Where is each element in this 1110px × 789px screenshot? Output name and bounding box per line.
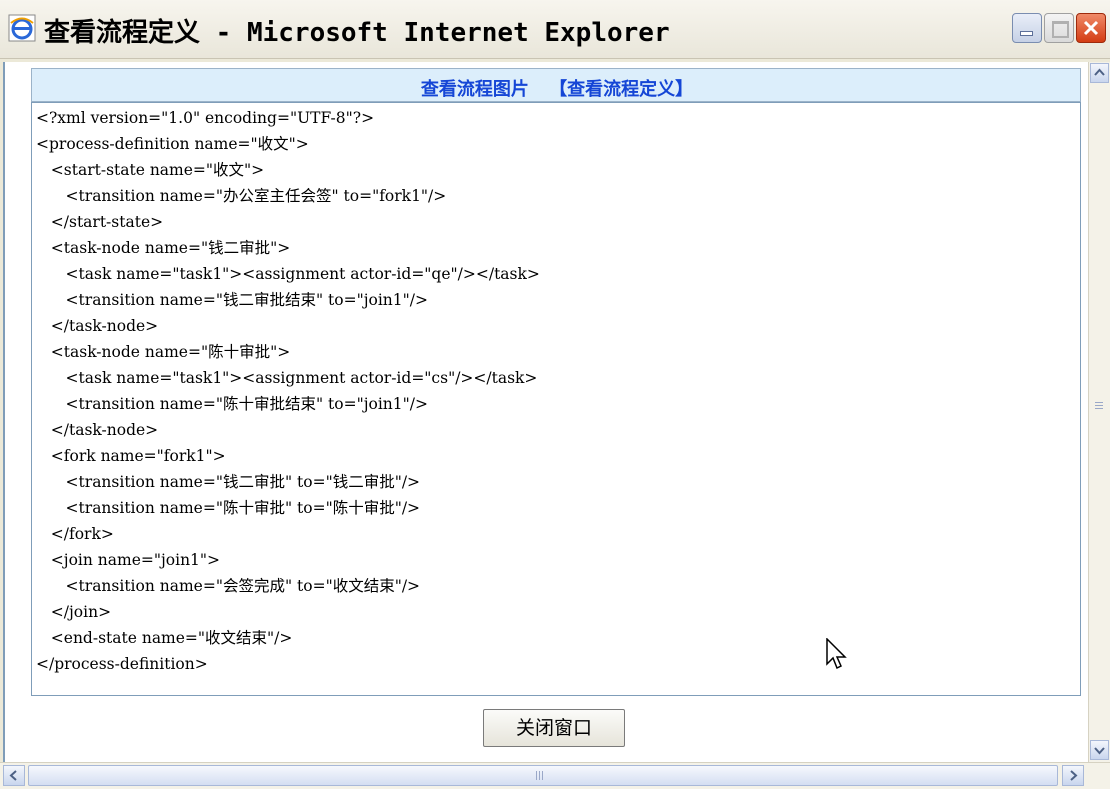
xml-line: <transition name="会签完成" to="收文结束"/> [36, 577, 421, 595]
window-title: 查看流程定义 - Microsoft Internet Explorer [44, 18, 670, 48]
xml-definition-area: <?xml version="1.0" encoding="UTF-8"?> <p… [31, 102, 1081, 696]
xml-line: <transition name="钱二审批结束" to="join1"/> [36, 291, 428, 309]
maximize-button[interactable] [1044, 13, 1074, 43]
xml-line: <task name="task1"><assignment actor-id=… [36, 369, 538, 387]
scroll-left-button[interactable] [3, 765, 25, 786]
header-bar: 查看流程图片 【查看流程定义】 [31, 68, 1081, 102]
xml-line: <transition name="钱二审批" to="钱二审批"/> [36, 473, 421, 491]
xml-line: <process-definition name="收文"> [36, 135, 309, 153]
xml-line: </join> [36, 603, 112, 621]
close-icon [1083, 20, 1099, 36]
xml-line: </fork> [36, 525, 114, 543]
xml-line: <join name="join1"> [36, 551, 221, 569]
chevron-up-icon [1094, 68, 1105, 76]
view-diagram-link[interactable]: 查看流程图片 [421, 79, 529, 100]
xml-line: <task-node name="钱二审批"> [36, 239, 291, 257]
browser-window: 查看流程定义 - Microsoft Internet Explorer 查看流… [0, 0, 1110, 789]
scroll-grip-icon [1095, 402, 1103, 409]
xml-line: </task-node> [36, 421, 159, 439]
scroll-right-button[interactable] [1062, 765, 1084, 786]
xml-line: </start-state> [36, 213, 164, 231]
page-content: 查看流程图片 【查看流程定义】 <?xml version="1.0" enco… [3, 62, 1088, 762]
close-window-text-button[interactable]: 关闭窗口 [483, 709, 625, 747]
close-window-button[interactable] [1076, 13, 1106, 43]
ie-icon [8, 14, 36, 42]
xml-line: <task-node name="陈十审批"> [36, 343, 291, 361]
title-bar[interactable]: 查看流程定义 - Microsoft Internet Explorer [0, 0, 1110, 59]
scroll-grip-icon [536, 771, 543, 780]
xml-line: <start-state name="收文"> [36, 161, 265, 179]
minimize-button[interactable] [1012, 13, 1042, 43]
xml-line: <end-state name="收文结束"/> [36, 629, 293, 647]
xml-line: <transition name="陈十审批结束" to="join1"/> [36, 395, 428, 413]
chevron-left-icon [9, 770, 17, 781]
horizontal-scrollbar[interactable] [0, 762, 1110, 789]
xml-line: <fork name="fork1"> [36, 447, 226, 465]
xml-line: <transition name="办公室主任会签" to="fork1"/> [36, 187, 447, 205]
chevron-down-icon [1094, 747, 1105, 755]
header-nav: 查看流程图片 【查看流程定义】 [32, 75, 1082, 101]
mouse-pointer-icon [826, 638, 847, 670]
xml-line: <task name="task1"><assignment actor-id=… [36, 265, 540, 283]
chevron-right-icon [1070, 770, 1078, 781]
current-view-label: 【查看流程定义】 [549, 79, 694, 100]
xml-line: </process-definition> [36, 655, 208, 673]
xml-line: <?xml version="1.0" encoding="UTF-8"?> [36, 109, 375, 127]
scroll-down-button[interactable] [1090, 740, 1109, 760]
scroll-up-button[interactable] [1090, 63, 1109, 83]
horizontal-scroll-thumb[interactable] [28, 765, 1058, 786]
xml-line: </task-node> [36, 317, 159, 335]
vertical-scrollbar[interactable] [1088, 62, 1110, 762]
xml-line: <transition name="陈十审批" to="陈十审批"/> [36, 499, 421, 517]
